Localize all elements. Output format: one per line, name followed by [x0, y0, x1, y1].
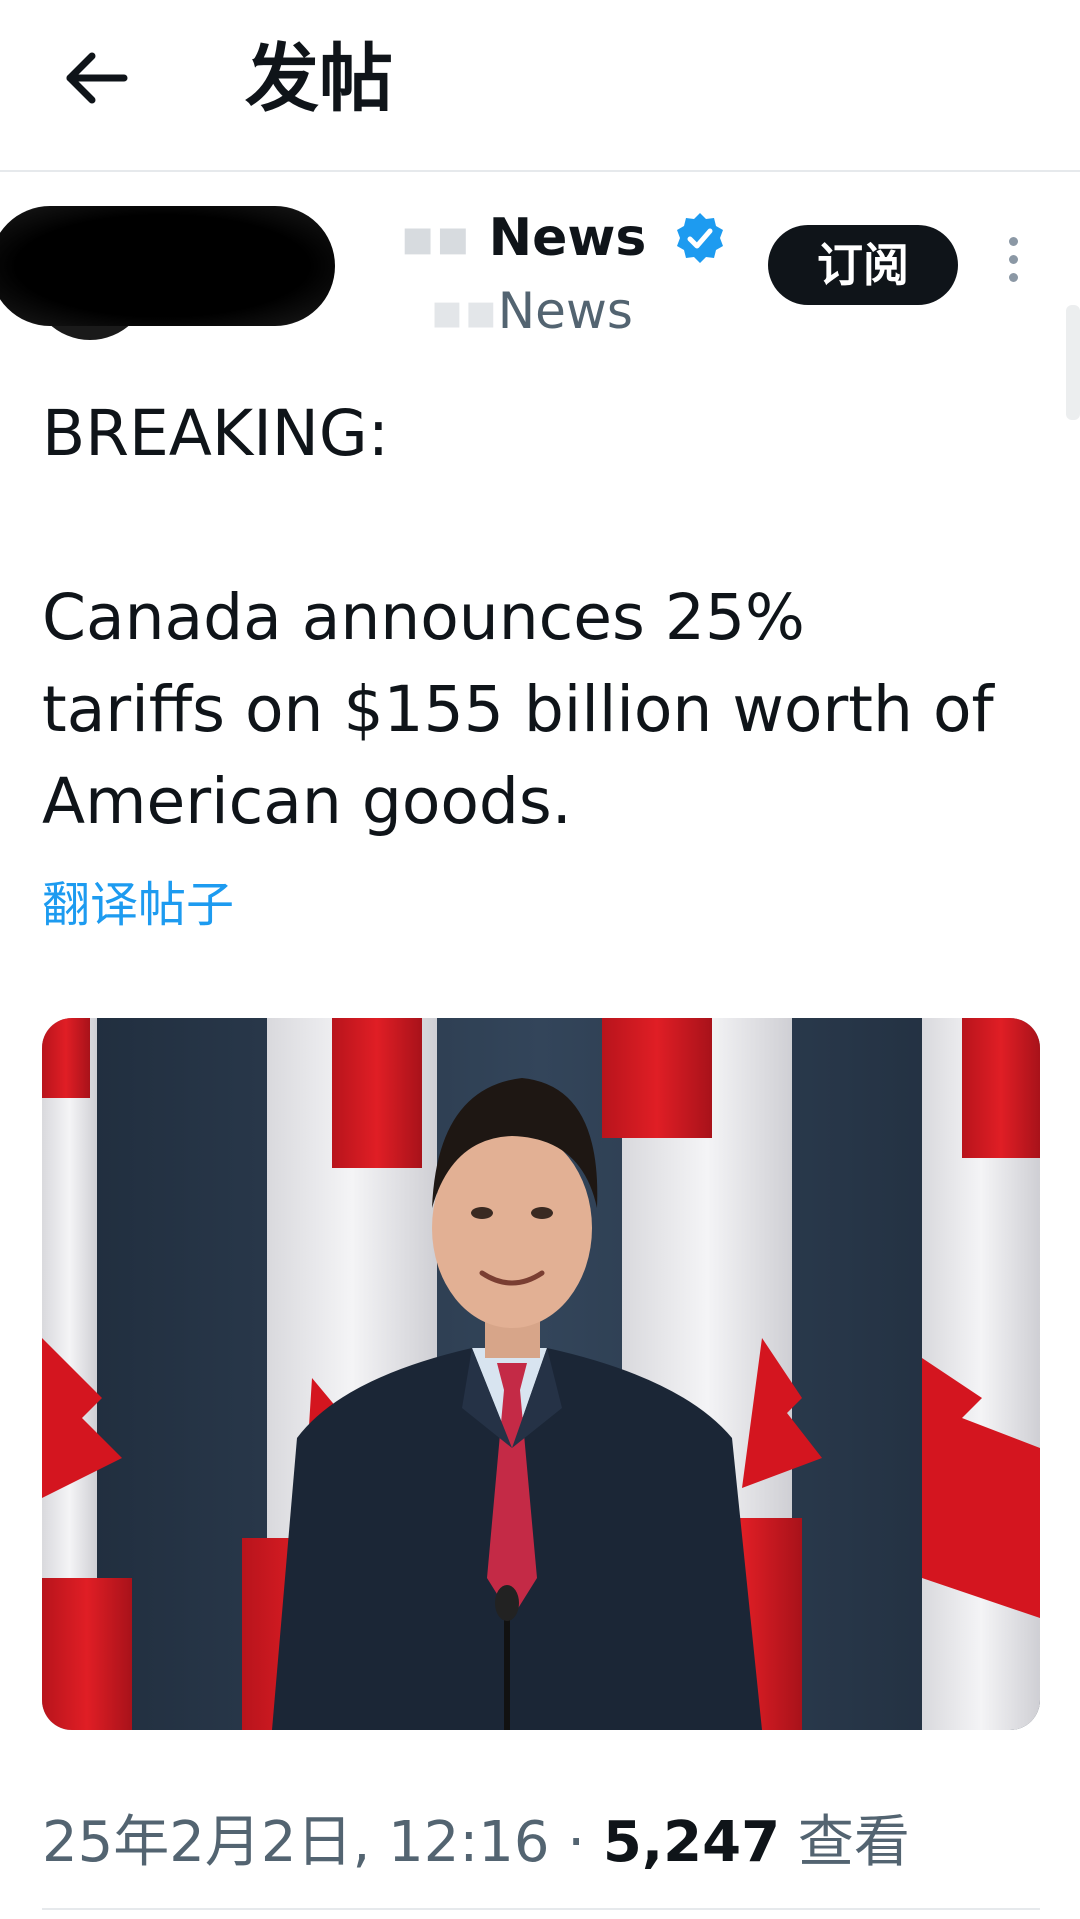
redacted-handle-fragment: ▪▪ [430, 282, 498, 340]
subscribe-button[interactable]: 订阅 [768, 225, 958, 305]
author-handle[interactable]: ▪▪News [430, 282, 633, 340]
post-line: tariffs on $155 billion worth of [42, 673, 994, 746]
meta-separator: · [549, 1810, 603, 1875]
post-line: American goods. [42, 765, 572, 838]
more-dot [1008, 273, 1018, 282]
top-bar: 发帖 [0, 0, 1080, 172]
author-name-text: News [488, 208, 647, 268]
post-meta: 25年2月2日, 12:16 · 5,247 查看 [42, 1797, 910, 1878]
post-timestamp[interactable]: 25年2月2日, 12:16 [42, 1810, 550, 1875]
translate-post-link[interactable]: 翻译帖子 [42, 865, 234, 935]
views-label: 查看 [797, 1810, 910, 1875]
post-image[interactable] [42, 1018, 1040, 1730]
divider [42, 1908, 1040, 1910]
redaction-scribble [0, 206, 335, 326]
more-dot [1008, 255, 1018, 264]
more-vertical-icon [1008, 237, 1018, 246]
press-conference-photo [42, 1018, 1040, 1730]
author-row: ▪▪ News ▪▪News 订阅 [0, 190, 1080, 360]
author-display-name[interactable]: ▪▪ News [400, 208, 646, 268]
post-line: BREAKING: [42, 397, 389, 470]
author-handle-text: News [497, 282, 633, 340]
arrow-left-icon [66, 52, 128, 104]
post-line-gap [42, 480, 1042, 572]
back-button[interactable] [58, 40, 138, 120]
scrollbar[interactable] [1066, 305, 1080, 420]
more-options-button[interactable] [995, 230, 1031, 300]
post-line: Canada announces 25% [42, 581, 805, 654]
post-text: BREAKING: Canada announces 25% tariffs o… [42, 388, 1042, 848]
views-count: 5,247 [602, 1810, 781, 1875]
verified-badge-icon [677, 213, 723, 263]
page-title: 发帖 [245, 36, 393, 122]
redacted-name-fragment: ▪▪ [400, 208, 489, 268]
